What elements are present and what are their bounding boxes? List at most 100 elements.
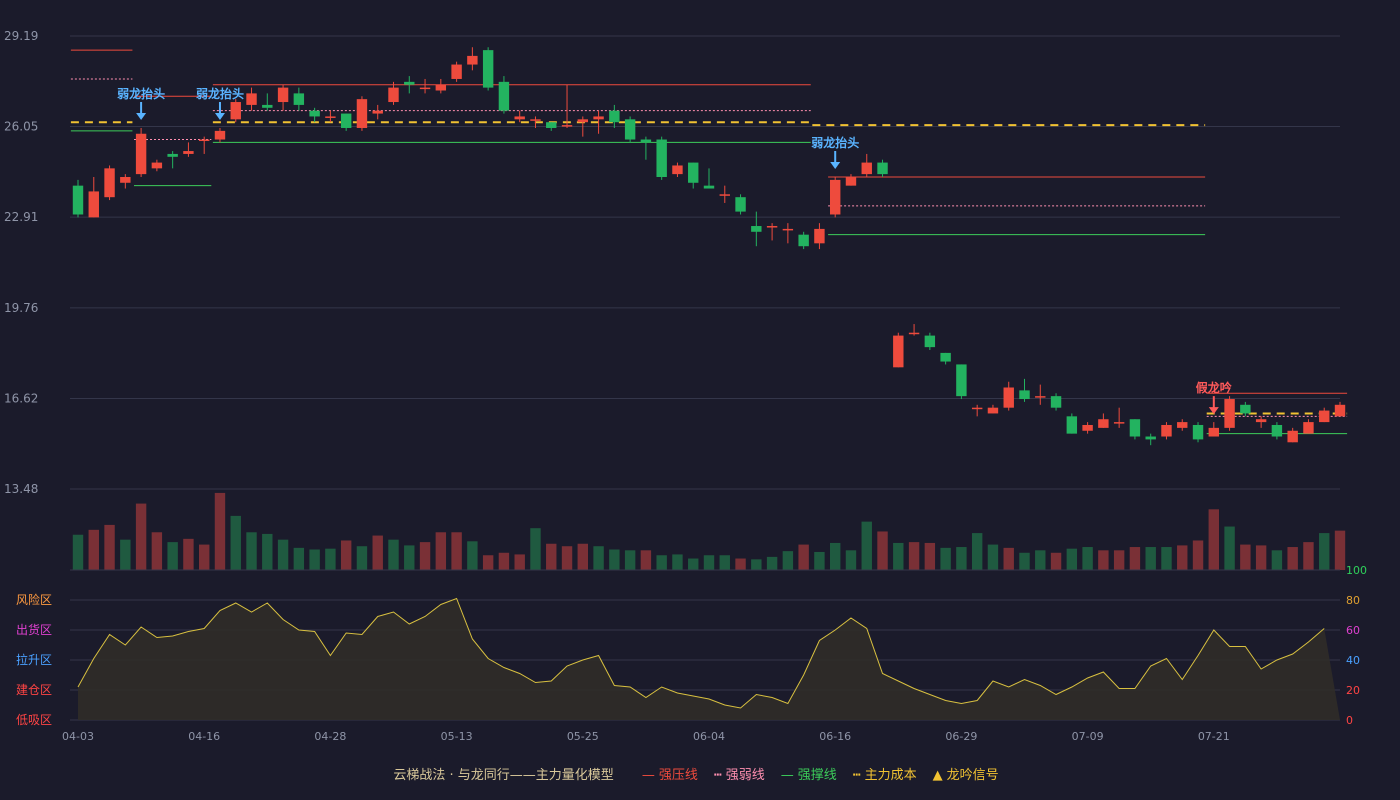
legend-title: 云梯战法 · 与龙同行——主力量化模型 <box>393 768 614 783</box>
candle-body <box>845 177 857 186</box>
volume-bar <box>940 547 951 570</box>
volume-bar <box>751 559 762 570</box>
candle-body <box>262 104 273 108</box>
legend-item: — 强压线 <box>642 768 698 783</box>
legend-symbol: ┅ <box>852 768 861 783</box>
candle-body <box>1161 424 1172 437</box>
candle-body <box>798 234 809 247</box>
candle-body <box>877 162 888 175</box>
legend-label: 主力成本 <box>864 768 917 783</box>
volume-bar <box>814 551 825 570</box>
volume-bar <box>782 551 794 570</box>
volume-bar <box>1098 550 1109 570</box>
candle-body <box>609 110 620 123</box>
candle-body <box>861 162 872 175</box>
candle-body <box>1019 390 1030 400</box>
volume-bar <box>971 533 983 570</box>
volume-bar <box>688 558 699 570</box>
candle-body <box>104 168 115 198</box>
signal-label: 弱龙抬头 <box>117 86 165 101</box>
candle-body <box>561 125 573 127</box>
volume-bar <box>1287 547 1298 570</box>
candle-body <box>498 81 510 111</box>
x-tick-label: 06-29 <box>945 730 977 743</box>
candles <box>72 47 1346 446</box>
candle-body <box>451 64 462 79</box>
volume-bar <box>1192 540 1204 570</box>
volume-bar <box>183 538 194 570</box>
candle-body <box>735 197 746 212</box>
volume-bar <box>672 554 683 570</box>
volume-bar <box>1019 552 1030 570</box>
signal-label: 弱龙抬头 <box>811 135 859 150</box>
price-tick-label: 29.19 <box>4 29 38 43</box>
candle-body <box>419 87 431 90</box>
candle-body <box>482 50 494 88</box>
indicator-zone-label: 风险区 <box>16 592 52 607</box>
candle-body <box>1255 419 1267 423</box>
volume-bar <box>1240 544 1251 570</box>
candle-body <box>546 122 557 128</box>
price-grid <box>70 35 1340 490</box>
legend-item: ┅ 强弱线 <box>714 768 765 783</box>
volume-bar <box>1082 547 1093 570</box>
volume-bar <box>1271 550 1283 570</box>
volume-bar <box>451 532 462 570</box>
volume-bar <box>924 542 936 570</box>
volume-bar <box>1224 526 1235 570</box>
signal-label: 弱龙抬头 <box>196 86 244 101</box>
volume-bar <box>388 539 399 570</box>
volume-bar <box>719 555 730 570</box>
candle-body <box>167 153 178 157</box>
volume-bar <box>340 540 352 570</box>
candle-body <box>1082 424 1093 431</box>
volume-bar <box>766 556 778 570</box>
volume-bar <box>593 546 604 570</box>
volume-bar <box>609 549 620 570</box>
indicator-tick-label: 100 <box>1346 564 1367 577</box>
candle-body <box>230 102 241 120</box>
volume-bar <box>419 542 431 570</box>
candle-body <box>277 87 289 103</box>
candle-body <box>829 179 841 215</box>
candle-body <box>893 335 904 368</box>
volume-bar <box>167 542 178 570</box>
candle-body <box>593 116 604 120</box>
candle-body <box>1334 404 1346 417</box>
candle-body <box>766 226 778 228</box>
volume-bar <box>1319 533 1330 570</box>
candle-body <box>1035 396 1046 398</box>
volume-bar <box>829 542 841 570</box>
volume-bar <box>1208 509 1220 570</box>
volume-bar <box>230 515 241 570</box>
volume-bar <box>120 539 131 570</box>
x-tick-label: 04-03 <box>62 730 94 743</box>
candle-body <box>971 407 983 410</box>
x-tick-label: 06-16 <box>819 730 851 743</box>
candle-body <box>940 352 951 362</box>
legend: 云梯战法 · 与龙同行——主力量化模型 — 强压线 ┅ 强弱线 — 强撑线 ┅ 主力成本 ▲ 龙吟… <box>0 764 1400 783</box>
candle-body <box>814 228 825 244</box>
legend-item: — 强撑线 <box>781 768 837 783</box>
volume-bar <box>798 544 809 570</box>
volume-bar <box>151 532 163 570</box>
volume-bar <box>845 550 857 570</box>
volume-bar <box>262 533 273 570</box>
candle-body <box>435 84 447 91</box>
candle-body <box>640 139 652 143</box>
legend-label: 龙吟信号 <box>946 768 999 783</box>
volume-bar <box>135 503 147 570</box>
candle-body <box>656 139 667 178</box>
candle-body <box>1271 424 1283 437</box>
candle-body <box>577 119 589 123</box>
volume-bar <box>703 555 715 570</box>
candle-body <box>325 116 336 118</box>
candle-body <box>1192 424 1204 440</box>
volume-bar <box>72 534 84 570</box>
indicator-tick-label: 0 <box>1346 714 1353 727</box>
candle-body <box>782 228 794 231</box>
candle-body <box>340 113 352 128</box>
candle-body <box>246 93 257 105</box>
candle-body <box>356 99 368 128</box>
indicator-area <box>78 598 1340 720</box>
